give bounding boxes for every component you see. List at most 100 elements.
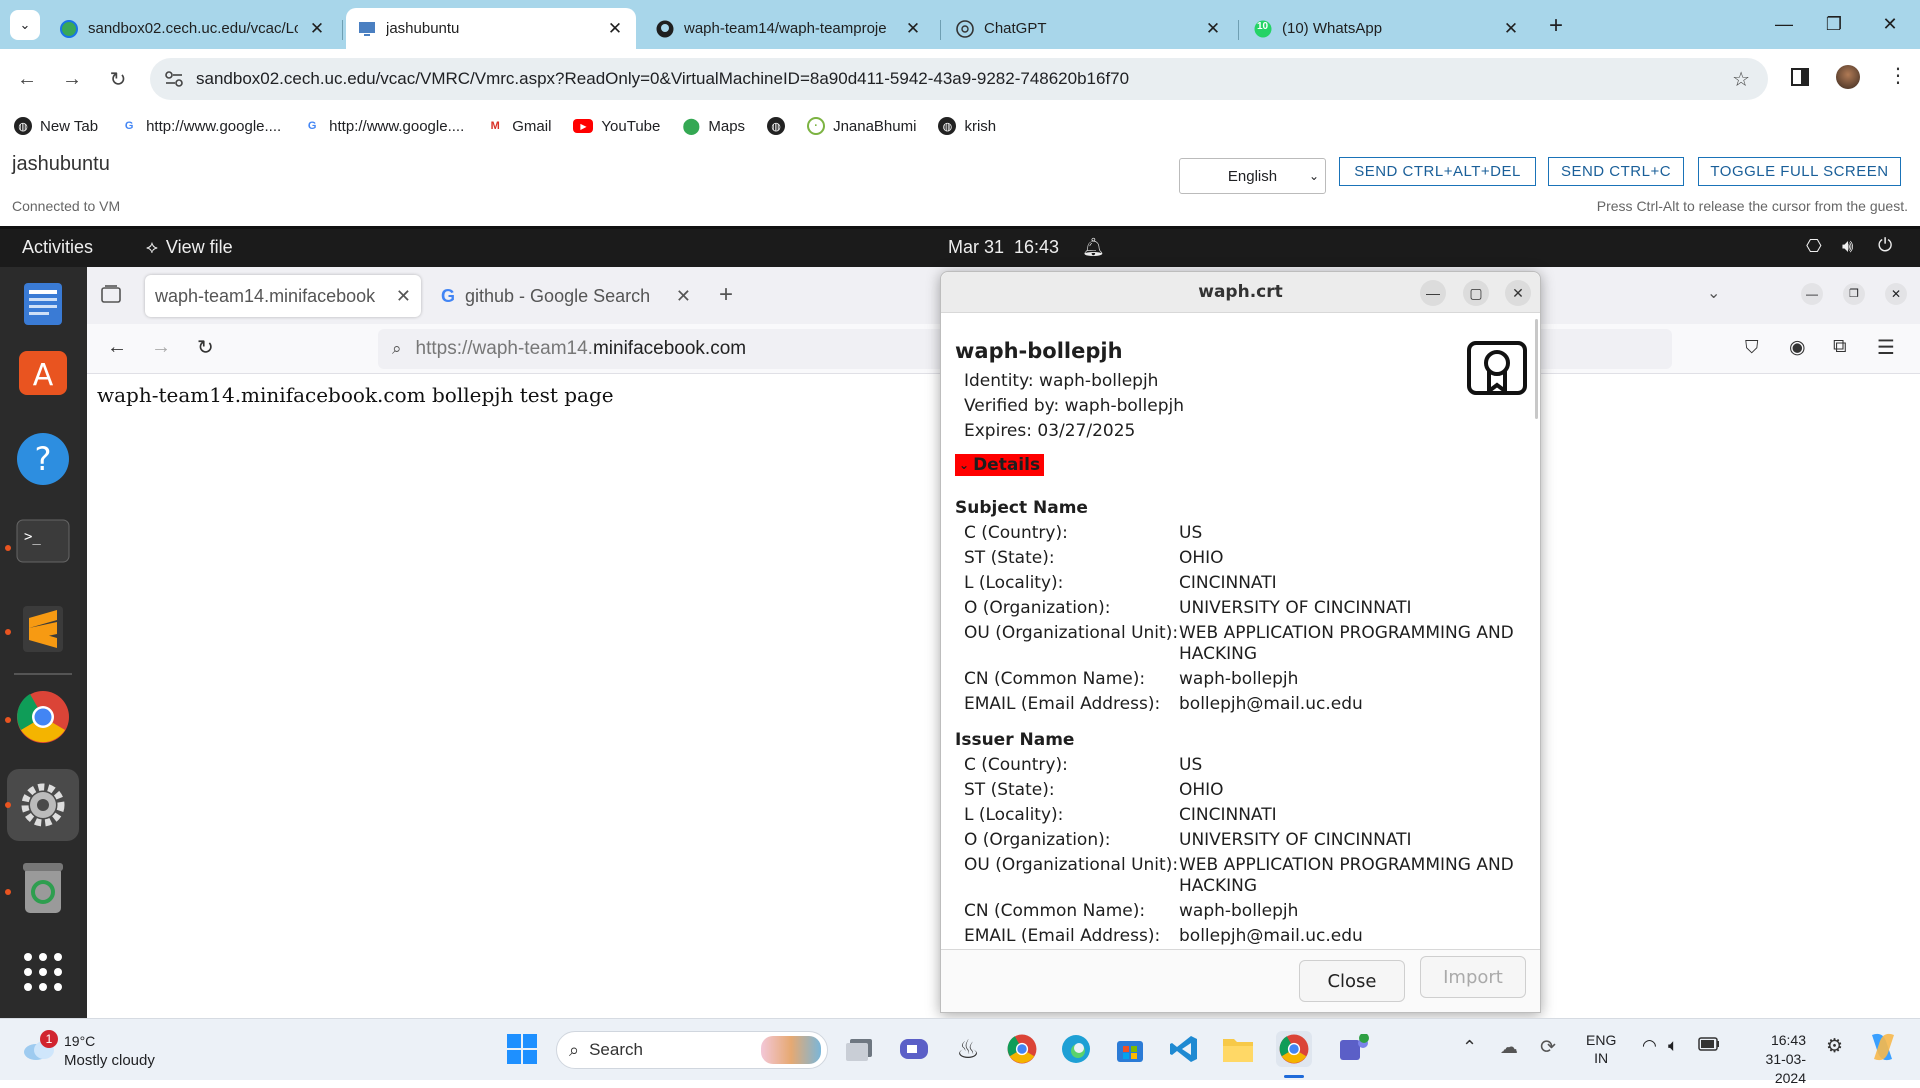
bookmark-globe[interactable]: ◍ (767, 117, 786, 135)
close-icon[interactable]: ✕ (606, 19, 624, 39)
ff-maximize-button[interactable]: ❐ (1843, 283, 1865, 305)
copilot-icon[interactable] (1866, 1031, 1900, 1063)
bell-icon[interactable]: 🔔︎ (1082, 237, 1105, 258)
bookmark-gmail[interactable]: M Gmail (486, 117, 552, 135)
send-ctrl-c-button[interactable]: SEND CTRL+C (1548, 157, 1684, 186)
system-clock[interactable]: 16:43 31-03-2024 (1736, 1031, 1806, 1088)
bookmark-google-1[interactable]: Ghttp://www.google.... (120, 117, 281, 135)
task-view-icon[interactable] (842, 1031, 878, 1067)
close-icon[interactable]: ✕ (676, 286, 691, 307)
side-panel-icon[interactable] (1790, 67, 1810, 87)
language-indicator[interactable]: ENG IN (1586, 1031, 1616, 1067)
reload-button[interactable]: ↻ (106, 67, 130, 91)
import-button[interactable]: Import (1420, 956, 1526, 998)
profile-avatar[interactable] (1836, 65, 1860, 89)
send-ctrl-alt-del-button[interactable]: SEND CTRL+ALT+DEL (1339, 157, 1536, 186)
forward-button[interactable]: → (60, 67, 84, 91)
app-center-icon[interactable]: A (14, 342, 72, 400)
dialog-minimize-button[interactable]: — (1420, 280, 1446, 306)
file-explorer-icon[interactable] (1220, 1031, 1256, 1067)
close-icon[interactable]: ✕ (308, 19, 326, 39)
back-button[interactable]: ← (15, 67, 39, 91)
tab-search-button[interactable]: ⌄ (10, 10, 40, 40)
ff-tab-list-icon[interactable]: ⌄ (1707, 283, 1720, 303)
edge-icon[interactable] (1058, 1031, 1094, 1067)
ff-forward-button[interactable]: → (151, 336, 171, 359)
vscode-icon[interactable] (1166, 1031, 1202, 1067)
tab-chatgpt[interactable]: ChatGPT ✕ (944, 8, 1234, 49)
wifi-icon[interactable]: ◠ (1642, 1036, 1657, 1056)
sublime-text-icon[interactable] (14, 600, 72, 658)
dialog-close-button[interactable]: ✕ (1505, 280, 1531, 306)
close-window-button[interactable]: ✕ (1870, 10, 1910, 38)
bookmark-maps[interactable]: ⬤ Maps (682, 117, 745, 136)
close-icon[interactable]: ✕ (1204, 19, 1222, 39)
extensions-icon[interactable]: ⧉ (1833, 336, 1847, 358)
account-icon[interactable]: ◉ (1789, 336, 1806, 359)
tab-sandbox[interactable]: sandbox02.cech.uc.edu/vcac/Lo ✕ (48, 8, 338, 49)
restore-button[interactable]: ❐ (1814, 10, 1854, 38)
ff-new-tab-button[interactable]: + (719, 281, 733, 309)
start-button[interactable] (504, 1031, 540, 1067)
speaker-icon[interactable]: 🔈︎ (1668, 1036, 1678, 1056)
firefox-view-icon[interactable] (101, 285, 121, 303)
app-menu[interactable]: ⟡ View file (146, 237, 233, 258)
ff-back-button[interactable]: ← (107, 336, 127, 359)
bookmark-star-icon[interactable]: ☆ (1732, 67, 1750, 92)
sync-icon[interactable]: ⟳ (1540, 1036, 1556, 1059)
ff-reload-button[interactable]: ↻ (197, 335, 214, 360)
text-editor-icon[interactable] (14, 275, 72, 333)
bookmark-youtube[interactable]: ▶ YouTube (573, 118, 660, 135)
dialog-maximize-button[interactable]: ▢ (1463, 280, 1489, 306)
ff-tab-minifacebook[interactable]: waph-team14.minifacebook ✕ (145, 275, 421, 317)
address-bar[interactable]: sandbox02.cech.uc.edu/vcac/VMRC/Vmrc.asp… (150, 58, 1768, 100)
volume-icon[interactable]: 🔊︎ (1842, 236, 1853, 257)
trash-icon[interactable] (14, 859, 72, 917)
ff-minimize-button[interactable]: — (1801, 283, 1823, 305)
bookmark-krish[interactable]: ◍ krish (938, 117, 996, 135)
terminal-icon[interactable]: >_ (14, 512, 72, 570)
settings-icon[interactable] (7, 769, 79, 841)
teams-icon[interactable] (1336, 1031, 1372, 1067)
details-expander[interactable]: ⌄ Details (955, 454, 1045, 476)
ff-tab-google-search[interactable]: G github - Google Search ✕ (431, 275, 701, 317)
meet-icon[interactable] (896, 1031, 932, 1067)
toggle-fullscreen-button[interactable]: TOGGLE FULL SCREEN (1698, 157, 1901, 186)
tab-github[interactable]: waph-team14/waph-teamproje ✕ (644, 8, 934, 49)
chrome-profile-taskbar-icon[interactable] (1276, 1031, 1312, 1067)
site-info-icon[interactable] (164, 70, 184, 88)
store-icon[interactable] (1112, 1031, 1148, 1067)
power-icon[interactable]: ⏻ (1878, 235, 1892, 256)
notification-settings-icon[interactable]: ⚙ (1826, 1035, 1843, 1058)
tab-jashubuntu[interactable]: jashubuntu ✕ (346, 8, 636, 49)
close-button[interactable]: Close (1299, 960, 1405, 1002)
close-icon[interactable]: ✕ (904, 19, 922, 39)
bookmark-google-2[interactable]: Ghttp://www.google.... (303, 117, 464, 135)
show-hidden-icons[interactable]: ⌃ (1462, 1037, 1477, 1058)
close-icon[interactable]: ✕ (1502, 19, 1520, 39)
pocket-icon[interactable]: ⛉ (1745, 337, 1759, 358)
language-select[interactable]: English ⌄ (1179, 158, 1326, 194)
minimize-button[interactable]: — (1764, 10, 1804, 38)
bookmark-jnanabhumi[interactable]: · JnanaBhumi (807, 117, 916, 135)
tab-whatsapp[interactable]: 10 (10) WhatsApp ✕ (1242, 8, 1532, 49)
chrome-icon[interactable] (14, 688, 72, 746)
chrome-menu-icon[interactable]: ⋮ (1888, 63, 1908, 88)
close-icon[interactable]: ✕ (396, 286, 411, 307)
gnome-clock[interactable]: Mar 31 16:43 (948, 237, 1059, 258)
weather-widget[interactable]: 1 19°C Mostly cloudy (20, 1029, 170, 1073)
taskbar-search-box[interactable]: ⌕ Search (556, 1031, 828, 1069)
ff-close-button[interactable]: ✕ (1885, 283, 1907, 305)
dialog-scrollbar[interactable] (1535, 319, 1538, 419)
onedrive-icon[interactable]: ☁ (1500, 1037, 1518, 1058)
chrome-taskbar-icon[interactable] (1004, 1031, 1040, 1067)
network-icon[interactable]: ⎔ (1806, 236, 1822, 257)
new-tab-button[interactable]: + (1542, 12, 1570, 40)
battery-icon[interactable] (1698, 1037, 1720, 1051)
bookmark-new-tab[interactable]: ◍ New Tab (14, 117, 98, 135)
ff-menu-icon[interactable]: ☰ (1877, 335, 1895, 360)
activities-button[interactable]: Activities (22, 237, 93, 258)
wolfram-icon[interactable]: ♨ (950, 1031, 986, 1067)
show-apps-icon[interactable] (14, 943, 72, 1001)
help-icon[interactable]: ? (14, 430, 72, 488)
